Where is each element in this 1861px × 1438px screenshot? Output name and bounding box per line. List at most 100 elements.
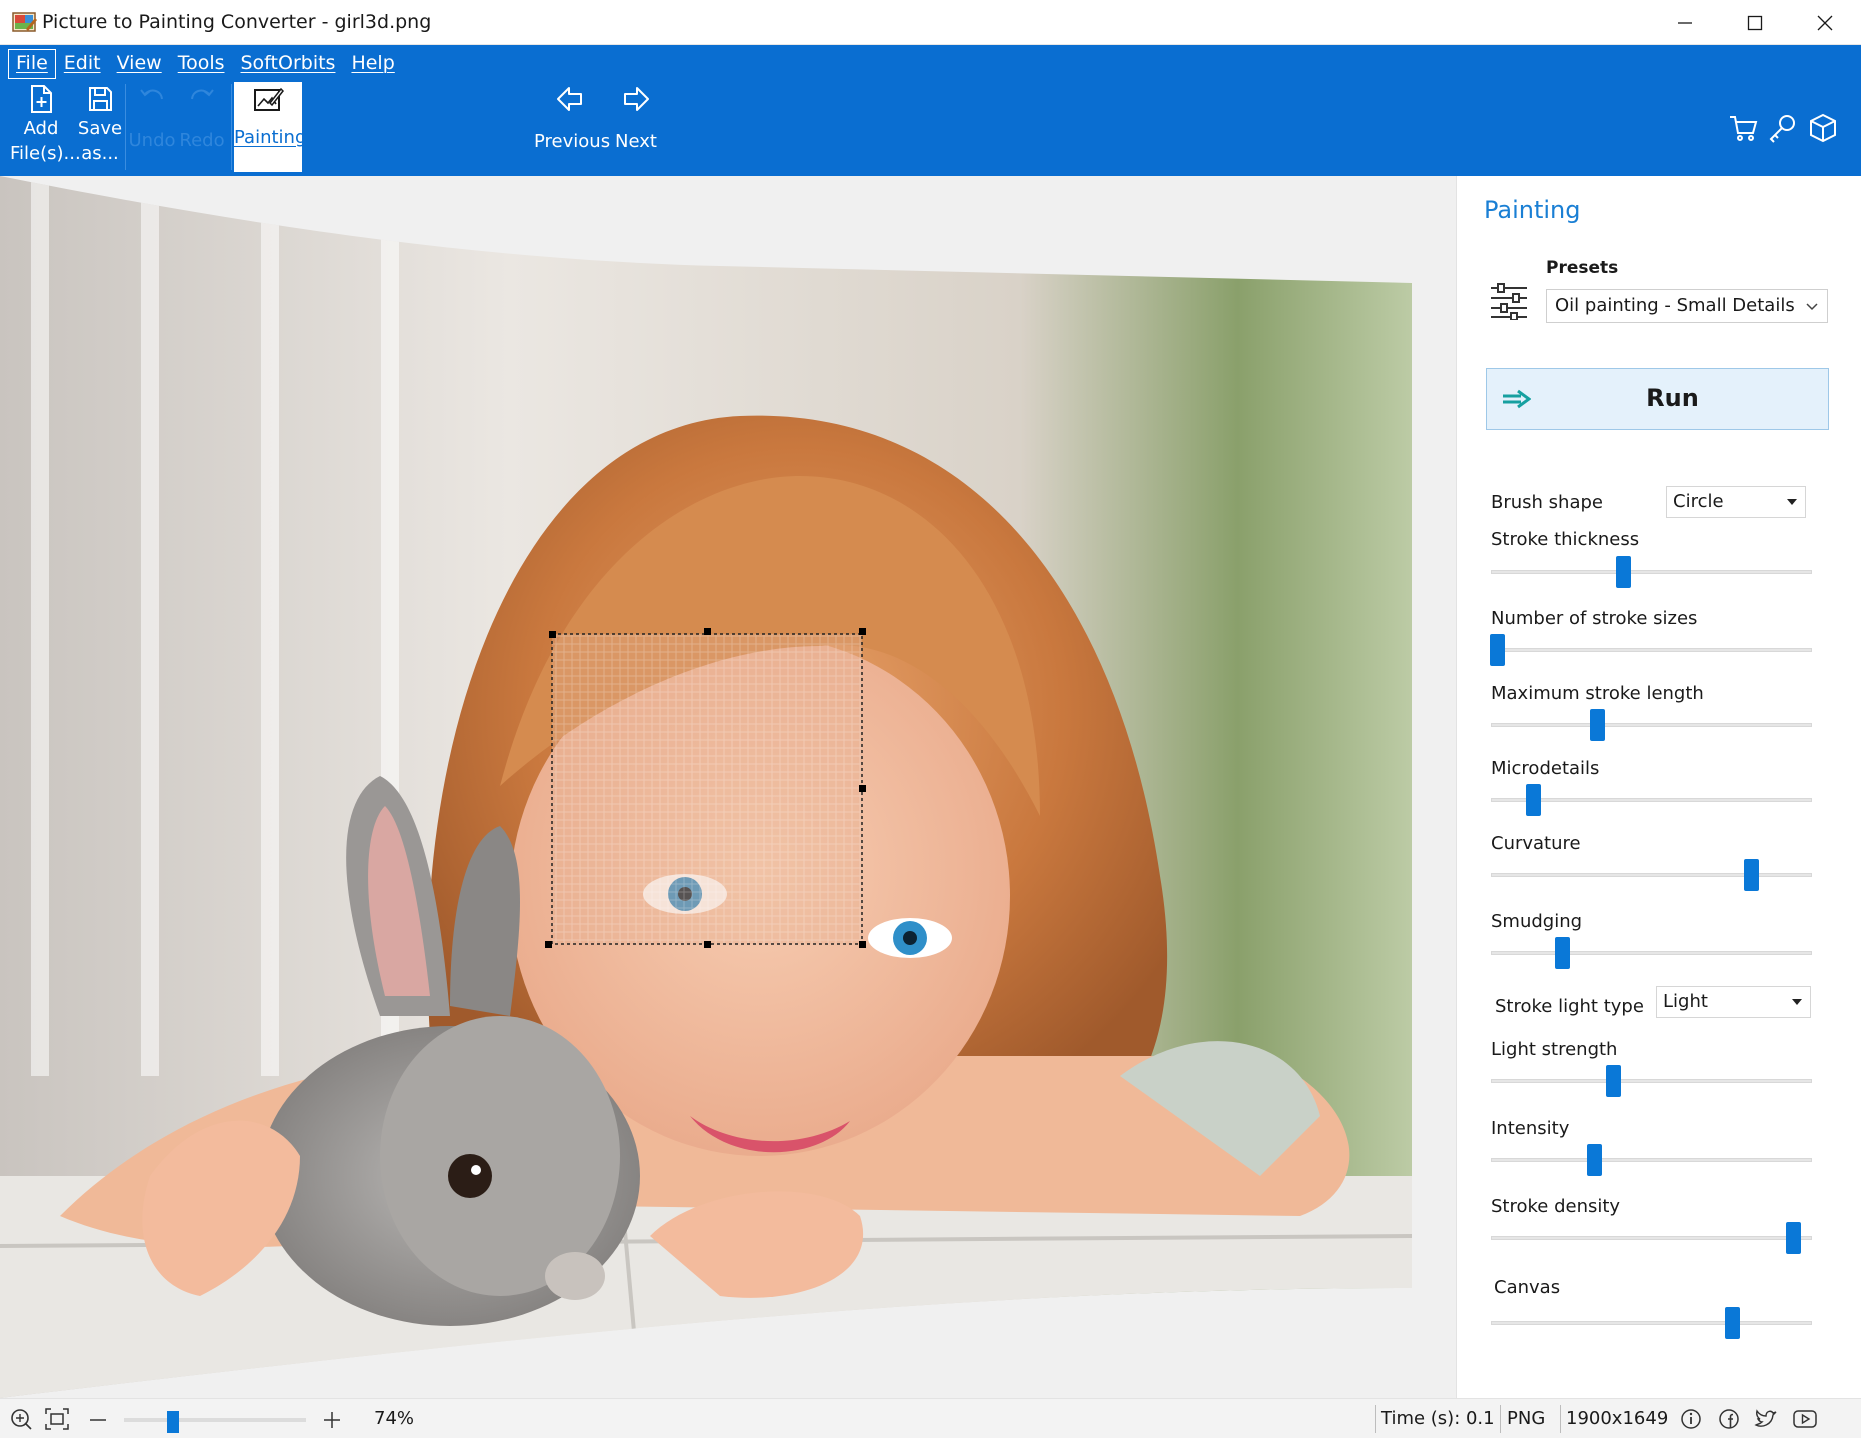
dropdown-arrow-icon	[1792, 999, 1802, 1005]
slider-thumb[interactable]	[1586, 1144, 1602, 1176]
arrow-left-icon	[557, 87, 582, 111]
slider-thumb[interactable]	[1785, 1222, 1801, 1254]
menu-bar: File Edit View Tools SoftOrbits Help	[8, 49, 403, 79]
light-strength-slider[interactable]	[1491, 1064, 1812, 1098]
save-as-button[interactable]: Save as...	[76, 84, 124, 172]
status-separator	[1375, 1405, 1376, 1433]
slider-track	[1491, 1236, 1812, 1240]
stroke-light-type-label: Stroke light type	[1495, 996, 1644, 1017]
undo-button[interactable]: Undo	[128, 84, 176, 172]
key-icon[interactable]	[1768, 113, 1798, 143]
run-label: Run	[1646, 384, 1699, 412]
stroke-thickness-label: Stroke thickness	[1491, 529, 1640, 550]
next-button[interactable]: Next	[612, 84, 660, 172]
toolbar-separator	[125, 84, 126, 170]
slider-thumb[interactable]	[1554, 937, 1570, 969]
smudging-slider[interactable]	[1491, 936, 1812, 970]
undo-icon	[140, 89, 163, 100]
minimize-button[interactable]	[1650, 0, 1720, 45]
microdetails-label: Microdetails	[1491, 758, 1600, 779]
zoom-slider[interactable]	[124, 1411, 306, 1433]
app-logo-icon	[12, 12, 37, 32]
painting-icon	[254, 87, 284, 111]
stroke-thickness-slider[interactable]	[1491, 555, 1812, 589]
curvature-slider[interactable]	[1491, 858, 1812, 892]
number-of-stroke-sizes-slider[interactable]	[1490, 633, 1812, 667]
menu-help[interactable]: Help	[343, 49, 402, 79]
previous-label: Previous	[534, 131, 611, 152]
slider-thumb[interactable]	[1724, 1307, 1740, 1339]
next-label: Next	[615, 131, 657, 152]
slider-track	[1491, 570, 1812, 574]
zoom-slider-thumb[interactable]	[167, 1411, 180, 1433]
stroke-light-type-dropdown[interactable]: Light	[1656, 986, 1811, 1018]
menu-file[interactable]: File	[8, 49, 56, 79]
slider-track	[1491, 648, 1812, 652]
processing-time: Time (s): 0.1	[1381, 1408, 1495, 1429]
zoom-icon[interactable]	[10, 1408, 32, 1430]
brush-shape-label: Brush shape	[1491, 492, 1603, 513]
maximize-icon	[1747, 15, 1763, 30]
box-icon[interactable]	[1808, 113, 1838, 143]
slider-thumb[interactable]	[1589, 709, 1605, 741]
info-icon[interactable]	[1680, 1408, 1702, 1430]
slider-thumb[interactable]	[1615, 556, 1631, 588]
chevron-down-icon	[1806, 303, 1818, 311]
light-strength-label: Light strength	[1491, 1039, 1618, 1060]
zoom-out-icon[interactable]	[88, 1410, 108, 1430]
run-button[interactable]: Run	[1486, 368, 1829, 430]
menu-tools[interactable]: Tools	[170, 49, 233, 79]
title-bar: Picture to Painting Converter - girl3d.p…	[0, 0, 1861, 45]
youtube-icon[interactable]	[1792, 1408, 1818, 1430]
menu-view[interactable]: View	[109, 49, 170, 79]
maximum-stroke-length-slider[interactable]	[1491, 708, 1812, 742]
slider-track	[1491, 1158, 1812, 1162]
slider-thumb[interactable]	[1605, 1065, 1621, 1097]
window-title: Picture to Painting Converter - girl3d.p…	[42, 11, 432, 33]
add-files-label-1: Add	[23, 118, 59, 139]
canvas-slider[interactable]	[1491, 1306, 1812, 1340]
brush-shape-value: Circle	[1673, 491, 1724, 512]
image-dimensions: 1900x1649	[1566, 1408, 1669, 1429]
slider-track	[1491, 1079, 1812, 1083]
previous-button[interactable]: Previous	[534, 84, 611, 172]
painting-label: Painting	[234, 127, 307, 148]
presets-label: Presets	[1546, 258, 1619, 278]
image-canvas[interactable]	[0, 176, 1456, 1398]
dropdown-arrow-icon	[1787, 499, 1797, 505]
curvature-label: Curvature	[1491, 833, 1581, 854]
settings-panel: Painting Presets Oil painting - Small De…	[1456, 176, 1861, 1398]
toolbar-separator	[231, 84, 232, 170]
brush-shape-dropdown[interactable]: Circle	[1666, 486, 1806, 518]
fit-to-window-icon[interactable]	[45, 1408, 69, 1430]
menu-softorbits[interactable]: SoftOrbits	[233, 49, 344, 79]
cart-icon[interactable]	[1728, 113, 1758, 143]
zoom-in-icon[interactable]	[322, 1410, 342, 1430]
add-files-button[interactable]: Add File(s)...	[10, 84, 81, 172]
microdetails-slider[interactable]	[1491, 783, 1812, 817]
menu-edit[interactable]: Edit	[56, 49, 109, 79]
twitter-icon[interactable]	[1754, 1408, 1778, 1430]
stroke-density-slider[interactable]	[1491, 1221, 1812, 1255]
painting-button[interactable]: Painting	[234, 82, 307, 172]
redo-button[interactable]: Redo	[178, 84, 226, 172]
slider-thumb[interactable]	[1525, 784, 1541, 816]
slider-track	[1491, 1321, 1812, 1325]
undo-label: Undo	[128, 130, 176, 151]
save-as-label-2: as...	[81, 143, 119, 164]
facebook-icon[interactable]	[1718, 1408, 1740, 1430]
redo-label: Redo	[179, 130, 225, 151]
sliders-icon	[1491, 283, 1527, 320]
presets-dropdown[interactable]: Oil painting - Small Details	[1546, 289, 1828, 323]
redo-icon	[191, 89, 214, 100]
slider-thumb[interactable]	[1744, 859, 1759, 891]
panel-title: Painting	[1484, 196, 1581, 224]
maximize-button[interactable]	[1720, 0, 1790, 45]
intensity-slider[interactable]	[1491, 1143, 1812, 1177]
close-icon	[1817, 15, 1833, 30]
slider-thumb[interactable]	[1490, 634, 1506, 666]
save-icon	[89, 87, 112, 111]
intensity-label: Intensity	[1491, 1118, 1570, 1139]
stroke-density-label: Stroke density	[1491, 1196, 1621, 1217]
close-button[interactable]	[1790, 0, 1860, 45]
